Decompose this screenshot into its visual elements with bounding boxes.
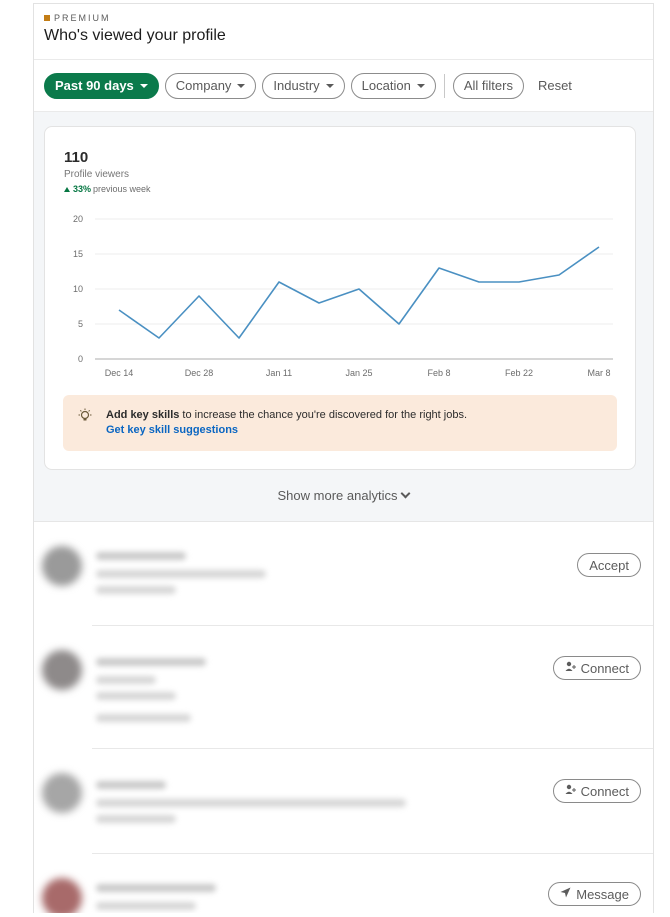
x-tick-label: Feb 22 bbox=[505, 368, 533, 378]
y-tick-label: 10 bbox=[73, 284, 83, 294]
blurred-meta bbox=[96, 692, 176, 700]
connect-label: Connect bbox=[580, 783, 629, 799]
person-add-icon bbox=[565, 661, 576, 675]
x-tick-label: Dec 28 bbox=[185, 368, 214, 378]
message-button[interactable]: Message bbox=[548, 882, 641, 906]
blurred-name bbox=[96, 658, 206, 666]
all-filters-label: All filters bbox=[463, 78, 513, 93]
all-filters-button[interactable]: All filters bbox=[452, 72, 524, 99]
header: PREMIUM Who's viewed your profile bbox=[34, 4, 653, 60]
blurred-name bbox=[96, 552, 186, 560]
caret-down-icon bbox=[139, 83, 148, 88]
y-tick-label: 15 bbox=[73, 249, 83, 259]
blurred-meta bbox=[96, 815, 176, 823]
profile-views-panel: PREMIUM Who's viewed your profile Past 9… bbox=[33, 3, 654, 913]
trend-indicator: 33% previous week bbox=[64, 184, 151, 194]
filter-company-label: Company bbox=[175, 78, 232, 93]
list-item[interactable]: Connect bbox=[34, 749, 653, 854]
filter-time-range-label: Past 90 days bbox=[55, 78, 134, 93]
send-icon bbox=[560, 887, 571, 901]
trend-label: previous week bbox=[93, 184, 151, 194]
premium-badge: PREMIUM bbox=[44, 13, 111, 23]
caret-down-icon bbox=[237, 83, 246, 88]
filter-industry-label: Industry bbox=[273, 78, 320, 93]
blurred-headline bbox=[96, 676, 156, 684]
blurred-meta bbox=[96, 714, 191, 722]
x-tick-label: Dec 14 bbox=[105, 368, 134, 378]
page-title: Who's viewed your profile bbox=[44, 27, 226, 44]
analytics-section: 110 Profile viewers 33% previous week 0 5… bbox=[34, 112, 653, 522]
tip-bold: Add key skills bbox=[106, 409, 180, 421]
key-skills-tip: Add key skills to increase the chance yo… bbox=[63, 395, 617, 451]
filter-time-range[interactable]: Past 90 days bbox=[44, 72, 159, 99]
x-tick-label: Mar 8 bbox=[587, 368, 610, 378]
show-more-analytics-button[interactable]: Show more analytics bbox=[34, 488, 653, 503]
y-tick-label: 5 bbox=[78, 319, 83, 329]
blurred-headline bbox=[96, 570, 266, 578]
x-tick-label: Jan 11 bbox=[266, 368, 292, 378]
avatar bbox=[42, 878, 82, 913]
list-item[interactable]: Connect bbox=[34, 626, 653, 749]
message-label: Message bbox=[576, 886, 629, 902]
analytics-card: 110 Profile viewers 33% previous week 0 5… bbox=[44, 126, 636, 470]
viewer-count: 110 bbox=[64, 149, 89, 166]
show-more-label: Show more analytics bbox=[277, 488, 398, 503]
filter-location[interactable]: Location bbox=[350, 72, 436, 99]
filter-bar: Past 90 days Company Industry Location A… bbox=[34, 60, 653, 112]
premium-label: PREMIUM bbox=[54, 13, 111, 23]
reset-button[interactable]: Reset bbox=[530, 78, 580, 93]
filter-location-label: Location bbox=[361, 78, 411, 93]
list-item[interactable]: Accept bbox=[34, 522, 653, 626]
avatar bbox=[42, 650, 82, 690]
lightbulb-icon bbox=[77, 408, 93, 427]
y-tick-label: 20 bbox=[73, 214, 83, 224]
filter-company[interactable]: Company bbox=[164, 72, 257, 99]
accept-button[interactable]: Accept bbox=[577, 553, 641, 577]
viewer-count-label: Profile viewers bbox=[64, 169, 130, 180]
avatar bbox=[42, 546, 82, 586]
connect-label: Connect bbox=[580, 660, 629, 676]
connect-button[interactable]: Connect bbox=[552, 779, 641, 803]
x-tick-label: Feb 8 bbox=[427, 368, 450, 378]
person-add-icon bbox=[565, 784, 576, 798]
blurred-name bbox=[96, 884, 216, 892]
viewers-line-chart: 0 5 10 15 20 Dec 14 Dec 28 Jan 11 Jan 25 Feb 8 Feb… bbox=[73, 214, 613, 378]
arrow-up-icon bbox=[64, 186, 70, 192]
connect-button[interactable]: Connect bbox=[552, 656, 641, 680]
chevron-down-icon bbox=[401, 488, 411, 499]
blurred-headline bbox=[96, 799, 406, 807]
trend-value: 33% bbox=[73, 184, 92, 194]
x-tick-label: Jan 25 bbox=[345, 368, 372, 378]
blurred-headline bbox=[96, 902, 196, 910]
tip-text: Add key skills to increase the chance yo… bbox=[106, 409, 467, 421]
accept-label: Accept bbox=[589, 557, 629, 573]
filter-divider bbox=[443, 73, 445, 98]
caret-down-icon bbox=[325, 83, 334, 88]
list-item[interactable]: Message bbox=[34, 854, 653, 913]
premium-icon bbox=[44, 15, 50, 21]
key-skill-suggestions-link[interactable]: Get key skill suggestions bbox=[106, 424, 238, 436]
tip-body: to increase the chance you're discovered… bbox=[179, 409, 468, 421]
y-tick-label: 0 bbox=[78, 354, 83, 364]
filter-industry[interactable]: Industry bbox=[262, 72, 345, 99]
caret-down-icon bbox=[416, 83, 425, 88]
avatar bbox=[42, 773, 82, 813]
blurred-name bbox=[96, 781, 166, 789]
blurred-meta bbox=[96, 586, 176, 594]
